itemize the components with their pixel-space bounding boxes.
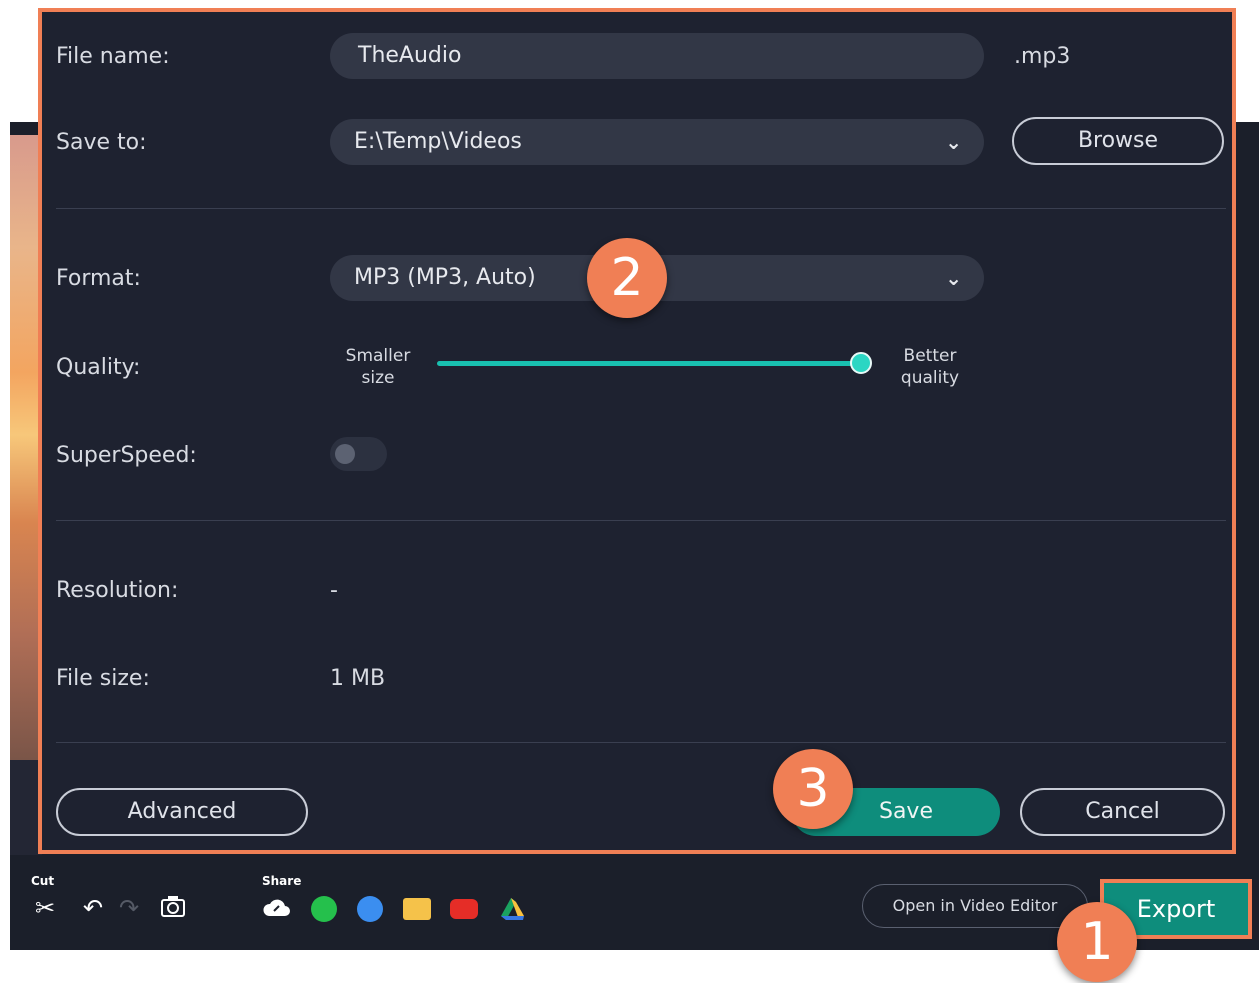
quality-label: Quality:: [56, 355, 141, 380]
resolution-label: Resolution:: [56, 578, 179, 603]
browse-button[interactable]: Browse: [1012, 117, 1224, 165]
advanced-button[interactable]: Advanced: [56, 788, 308, 836]
file-extension: .mp3: [1014, 44, 1071, 69]
toggle-knob: [335, 444, 355, 464]
quality-slider-handle[interactable]: [850, 352, 872, 374]
callout-badge-3: 3: [773, 749, 853, 829]
whatsapp-icon[interactable]: [311, 896, 337, 922]
snapshot-camera-icon[interactable]: [158, 893, 188, 923]
file-name-value: TheAudio: [358, 43, 462, 68]
superspeed-toggle[interactable]: [330, 437, 387, 471]
resolution-value: -: [330, 578, 338, 603]
divider: [56, 742, 1226, 743]
cloud-upload-icon[interactable]: [262, 896, 290, 922]
redo-icon[interactable]: ↷: [114, 893, 144, 923]
quality-min-label: Smaller size: [345, 346, 411, 388]
file-name-input[interactable]: TheAudio: [330, 33, 984, 79]
google-drive-icon[interactable]: [497, 896, 524, 922]
telegram-icon[interactable]: [357, 896, 383, 922]
export-dialog: File name: TheAudio .mp3 Save to: E:\Tem…: [38, 8, 1236, 854]
chevron-down-icon: ⌄: [945, 130, 962, 154]
open-in-video-editor-button[interactable]: Open in Video Editor: [862, 884, 1088, 928]
divider: [56, 208, 1226, 209]
file-name-label: File name:: [56, 44, 170, 69]
save-to-value: E:\Temp\Videos: [354, 129, 522, 154]
save-to-label: Save to:: [56, 130, 147, 155]
format-label: Format:: [56, 266, 141, 291]
youtube-icon[interactable]: [450, 899, 478, 919]
share-section-label: Share: [262, 874, 302, 888]
callout-badge-1: 1: [1057, 902, 1137, 982]
undo-icon[interactable]: ↶: [78, 893, 108, 923]
save-to-select[interactable]: E:\Temp\Videos ⌄: [330, 119, 984, 165]
cancel-button[interactable]: Cancel: [1020, 788, 1225, 836]
cut-section-label: Cut: [31, 874, 55, 888]
email-icon[interactable]: [403, 898, 431, 920]
file-size-value: 1 MB: [330, 666, 386, 691]
file-size-label: File size:: [56, 666, 150, 691]
format-value: MP3 (MP3, Auto): [354, 265, 536, 290]
quality-max-label: Better quality: [900, 346, 960, 388]
divider: [56, 520, 1226, 521]
quality-slider-track[interactable]: [437, 361, 861, 366]
scissors-icon[interactable]: ✂: [30, 893, 60, 923]
chevron-down-icon: ⌄: [945, 266, 962, 290]
superspeed-label: SuperSpeed:: [56, 443, 197, 468]
callout-badge-2: 2: [587, 238, 667, 318]
